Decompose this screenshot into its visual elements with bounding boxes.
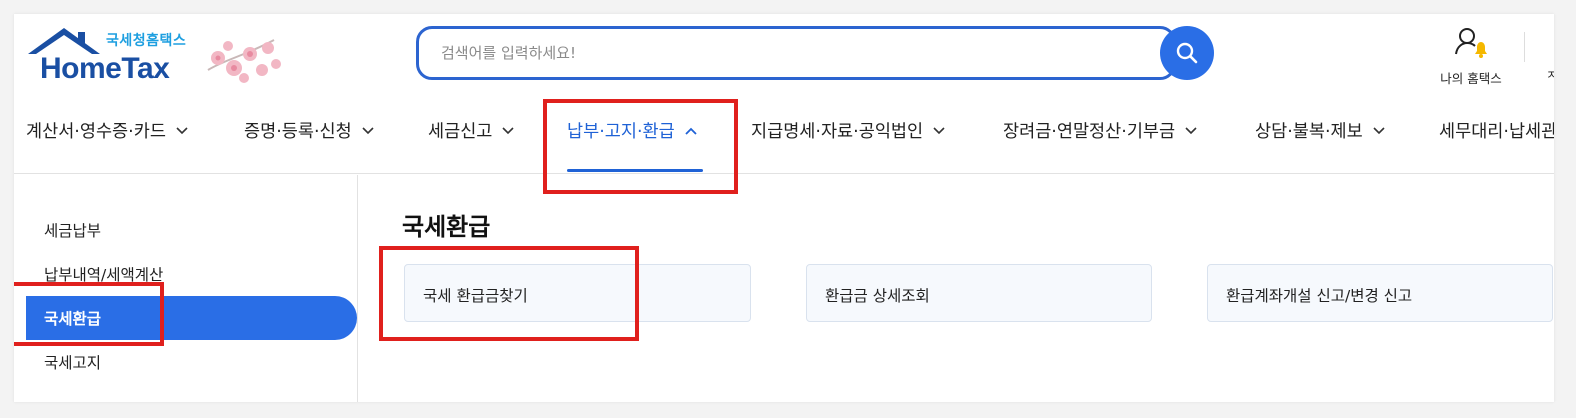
global-nav: 계산서·영수증·카드 증명·등록·신청 세금신고 납부·고지·환급 지급명세·자… (14, 98, 1554, 174)
sidebar-item-payment-history[interactable]: 납부내역/세액계산 (44, 263, 163, 285)
cherry-blossom-icon (207, 39, 281, 83)
sidebar-item-label: 국세환급 (44, 310, 102, 328)
gnb-item-consulting[interactable]: 상담·불복·제보 (1255, 118, 1385, 143)
search-input[interactable] (441, 29, 1141, 77)
chevron-up-icon (685, 127, 697, 135)
gnb-item-tax-agent[interactable]: 세무대리·납세관 (1439, 118, 1554, 143)
chevron-down-icon (933, 126, 945, 134)
gnb-item-label: 세금신고 (428, 122, 493, 142)
sidebar-item-tax-notice[interactable]: 국세고지 (44, 351, 101, 373)
chevron-down-icon (176, 126, 188, 134)
my-hometax-label: 나의 홈택스 (1440, 71, 1502, 86)
search-bar (416, 26, 1176, 80)
header-cut-label: ㅈ (1546, 68, 1554, 82)
card-refund-detail[interactable]: 환급금 상세조회 (806, 264, 1152, 322)
chevron-down-icon (1185, 126, 1197, 134)
logo-subtitle: 국세청홈택스 (106, 33, 187, 49)
search-icon (1176, 42, 1198, 64)
gnb-item-tax-return[interactable]: 세금신고 (428, 118, 514, 143)
gnb-item-label: 납부·고지·환급 (567, 122, 675, 142)
gnb-item-invoice[interactable]: 계산서·영수증·카드 (26, 118, 188, 143)
active-tab-indicator (567, 169, 703, 172)
card-label: 국세 환급금찾기 (423, 287, 528, 305)
my-hometax-button[interactable]: 나의 홈택스 (1426, 26, 1516, 87)
page-title: 국세환급 (402, 213, 491, 241)
card-refund-account[interactable]: 환급계좌개설 신고/변경 신고 (1207, 264, 1553, 322)
header-divider (1524, 32, 1525, 62)
gnb-item-label: 장려금·연말정산·기부금 (1003, 122, 1176, 142)
user-bell-icon (1455, 28, 1487, 58)
gnb-item-label: 계산서·영수증·카드 (26, 122, 166, 142)
gnb-item-payment-refund[interactable]: 납부·고지·환급 (567, 118, 697, 143)
card-label: 환급계좌개설 신고/변경 신고 (1226, 287, 1413, 305)
chevron-down-icon (362, 126, 374, 134)
hometax-logo[interactable]: 국세청홈택스 HomeTax (26, 24, 286, 88)
gnb-item-label: 상담·불복·제보 (1255, 122, 1363, 142)
gnb-item-label: 세무대리·납세관 (1439, 122, 1554, 142)
gnb-item-statements[interactable]: 지급명세·자료·공익법인 (751, 118, 945, 143)
search-button[interactable] (1160, 26, 1214, 80)
logo-wordmark: HomeTax (40, 52, 170, 85)
gnb-item-label: 증명·등록·신청 (244, 122, 352, 142)
sidebar-item-tax-payment[interactable]: 세금납부 (44, 219, 101, 241)
chevron-down-icon (1373, 126, 1385, 134)
gnb-item-certificate[interactable]: 증명·등록·신청 (244, 118, 374, 143)
hometax-page: 국세청홈택스 HomeTax 검색어를 입력하세요! 나의 홈택스 ㅈ 계산서·… (14, 14, 1554, 402)
gnb-item-label: 지급명세·자료·공익법인 (751, 122, 924, 142)
gnb-item-incentives[interactable]: 장려금·연말정산·기부금 (1003, 118, 1197, 143)
card-label: 환급금 상세조회 (825, 287, 930, 305)
card-find-refund[interactable]: 국세 환급금찾기 (404, 264, 751, 322)
sidebar-item-national-tax-refund[interactable]: 국세환급 (26, 296, 357, 340)
sidebar: 세금납부 납부내역/세액계산 국세환급 국세고지 (14, 175, 358, 402)
chevron-down-icon (502, 126, 514, 134)
